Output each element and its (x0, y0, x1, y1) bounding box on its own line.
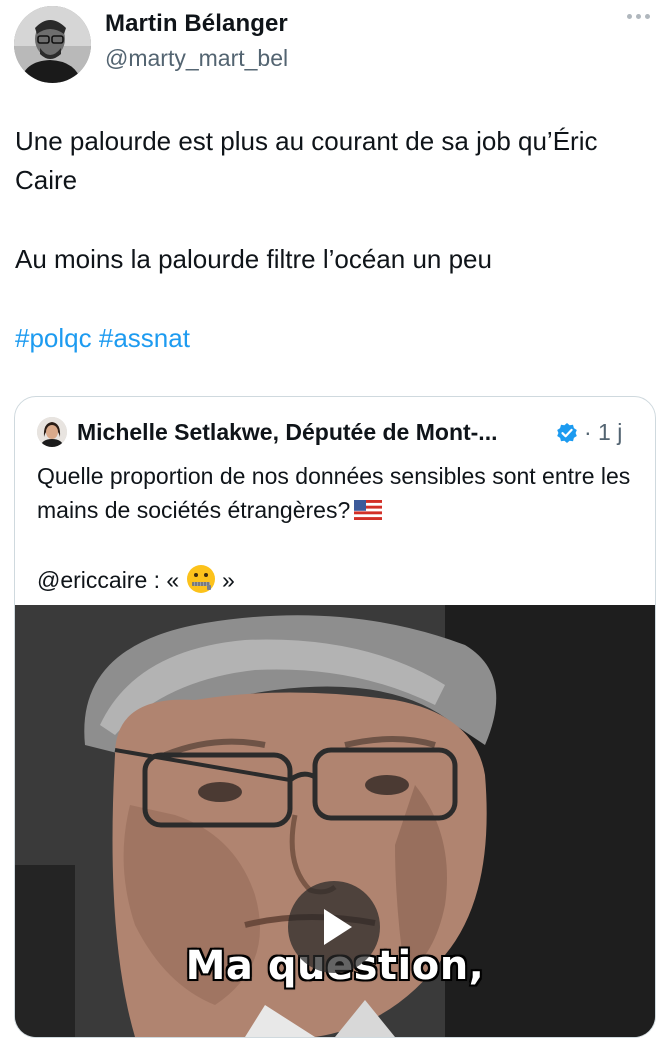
tweet-line-2: Au moins la palourde filtre l’océan un p… (15, 244, 492, 274)
mention-suffix: » (222, 567, 235, 593)
hashtag-link[interactable]: #polqc (15, 323, 92, 353)
tweet-line-1: Une palourde est plus au courant de sa j… (15, 126, 598, 195)
author-avatar[interactable] (14, 6, 91, 83)
person-portrait (37, 417, 67, 447)
tweet-text: Une palourde est plus au courant de sa j… (15, 122, 645, 358)
author-display-name[interactable]: Martin Bélanger (105, 10, 288, 38)
quoted-text-line-1: Quelle proportion de nos données sensibl… (37, 459, 637, 527)
quoted-text-question: Quelle proportion de nos données sensibl… (37, 463, 631, 523)
quoted-tweet-card[interactable]: Michelle Setlakwe, Députée de Mont-... ·… (14, 396, 656, 1038)
tweet: Martin Bélanger @marty_mart_bel Une palo… (0, 0, 668, 1038)
play-icon (324, 909, 352, 945)
verified-badge-icon (557, 423, 577, 443)
quoted-author-name[interactable]: Michelle Setlakwe, Députée de Mont-... (77, 419, 497, 446)
hashtag-link[interactable]: #assnat (99, 323, 190, 353)
tweet-hashtags: #polqc #assnat (15, 319, 645, 358)
quoted-timestamp[interactable]: · 1 j (584, 419, 622, 446)
more-dots-icon[interactable] (627, 14, 650, 19)
quoted-tweet-text: Quelle proportion de nos données sensibl… (37, 459, 637, 597)
mention-link[interactable]: @ericcaire : « (37, 567, 179, 593)
quoted-text-line-2: @ericcaire : « » (37, 563, 637, 597)
quoted-author-avatar[interactable] (37, 417, 67, 447)
us-flag-emoji (354, 500, 383, 520)
play-button[interactable] (288, 881, 380, 973)
person-portrait (14, 6, 91, 83)
author-handle[interactable]: @marty_mart_bel (105, 45, 288, 72)
zipper-mouth-face-emoji (186, 565, 215, 593)
